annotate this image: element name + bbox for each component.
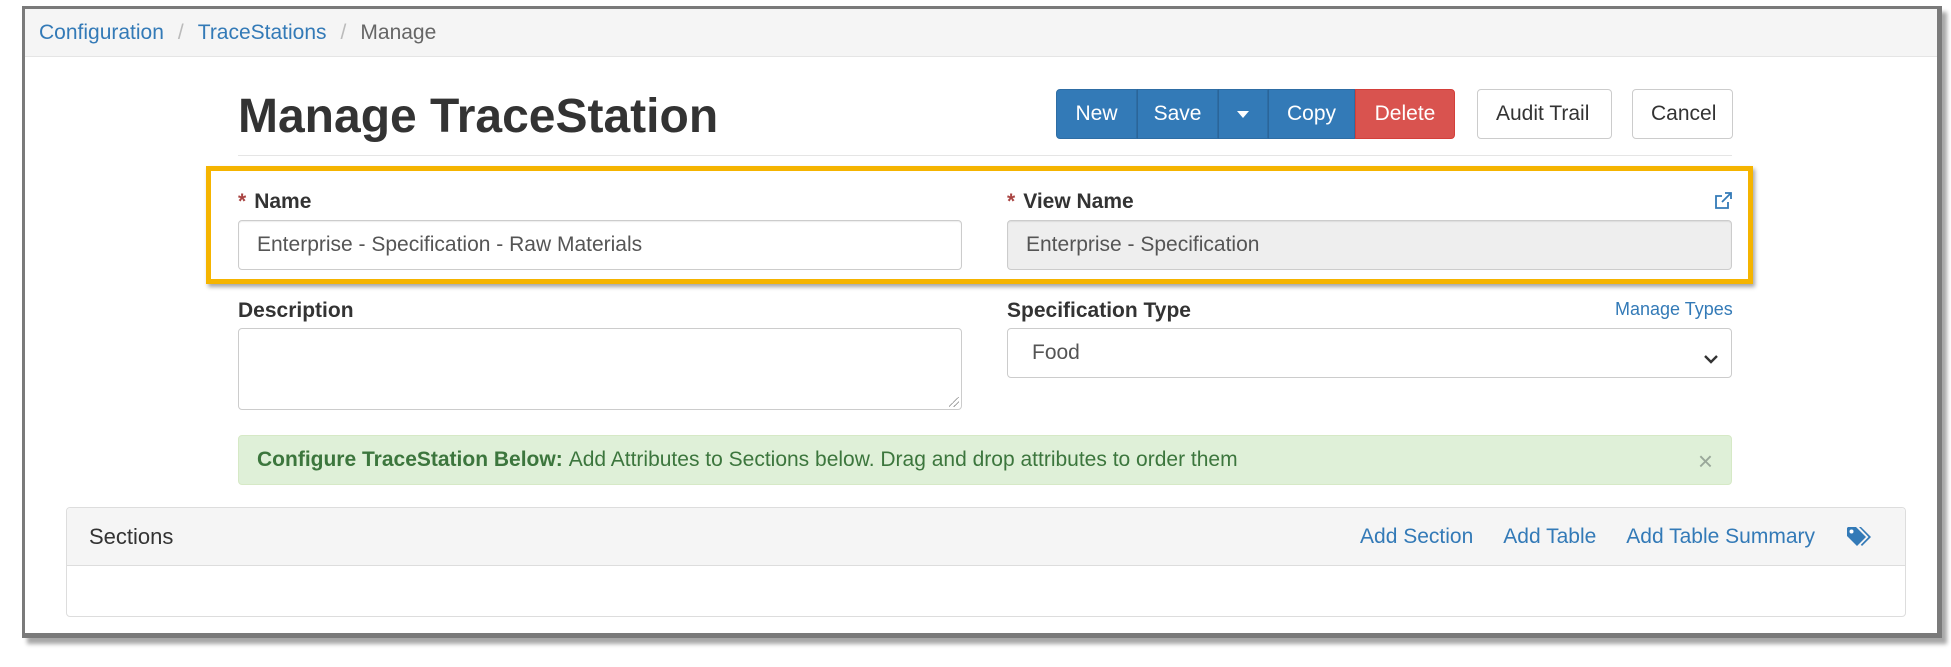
- sections-title: Sections: [89, 523, 174, 549]
- cancel-button[interactable]: Cancel: [1632, 89, 1733, 139]
- alert-heading: Configure TraceStation Below:: [257, 448, 563, 471]
- manage-types-link[interactable]: Manage Types: [1615, 299, 1733, 320]
- copy-button[interactable]: Copy: [1268, 89, 1355, 139]
- chevron-down-icon: [1703, 347, 1719, 371]
- new-button[interactable]: New: [1056, 89, 1137, 139]
- caret-down-icon: [1237, 110, 1249, 118]
- specification-type-select[interactable]: Food: [1007, 328, 1732, 378]
- app-window: Configuration / TraceStations / Manage M…: [22, 6, 1942, 638]
- breadcrumb-tracestations[interactable]: TraceStations: [198, 21, 327, 45]
- add-table-link[interactable]: Add Table: [1503, 525, 1596, 549]
- breadcrumb-separator: /: [177, 20, 184, 44]
- sections-panel: Sections Add Section Add Table Add Table…: [66, 507, 1906, 617]
- close-icon[interactable]: ×: [1698, 446, 1713, 477]
- breadcrumb-manage: Manage: [360, 20, 437, 44]
- description-label: Description: [238, 299, 354, 322]
- breadcrumb-configuration[interactable]: Configuration: [39, 21, 164, 45]
- resize-handle-icon[interactable]: [949, 397, 959, 407]
- save-dropdown-button[interactable]: [1218, 89, 1268, 139]
- specification-type-label: Specification Type: [1007, 299, 1191, 322]
- add-section-link[interactable]: Add Section: [1360, 525, 1473, 549]
- alert-message: Add Attributes to Sections below. Drag a…: [568, 448, 1238, 471]
- action-button-group: New Save Copy Delete: [1056, 89, 1455, 139]
- page-title: Manage TraceStation: [238, 90, 719, 143]
- sections-panel-heading: Sections Add Section Add Table Add Table…: [67, 508, 1905, 566]
- specification-type-value: Food: [1032, 341, 1080, 364]
- title-divider: [238, 155, 1732, 156]
- tags-icon[interactable]: [1845, 525, 1875, 549]
- sections-actions: Add Section Add Table Add Table Summary: [1330, 508, 1875, 566]
- breadcrumb: Configuration / TraceStations / Manage: [25, 9, 1937, 57]
- delete-button[interactable]: Delete: [1355, 89, 1455, 139]
- highlight-box: [206, 166, 1753, 284]
- breadcrumb-separator: /: [340, 20, 347, 44]
- description-textarea[interactable]: [238, 328, 962, 410]
- configure-alert: Configure TraceStation Below: Add Attrib…: [238, 435, 1732, 485]
- audit-trail-button[interactable]: Audit Trail: [1477, 89, 1612, 139]
- add-table-summary-link[interactable]: Add Table Summary: [1626, 525, 1815, 549]
- save-button[interactable]: Save: [1137, 89, 1218, 139]
